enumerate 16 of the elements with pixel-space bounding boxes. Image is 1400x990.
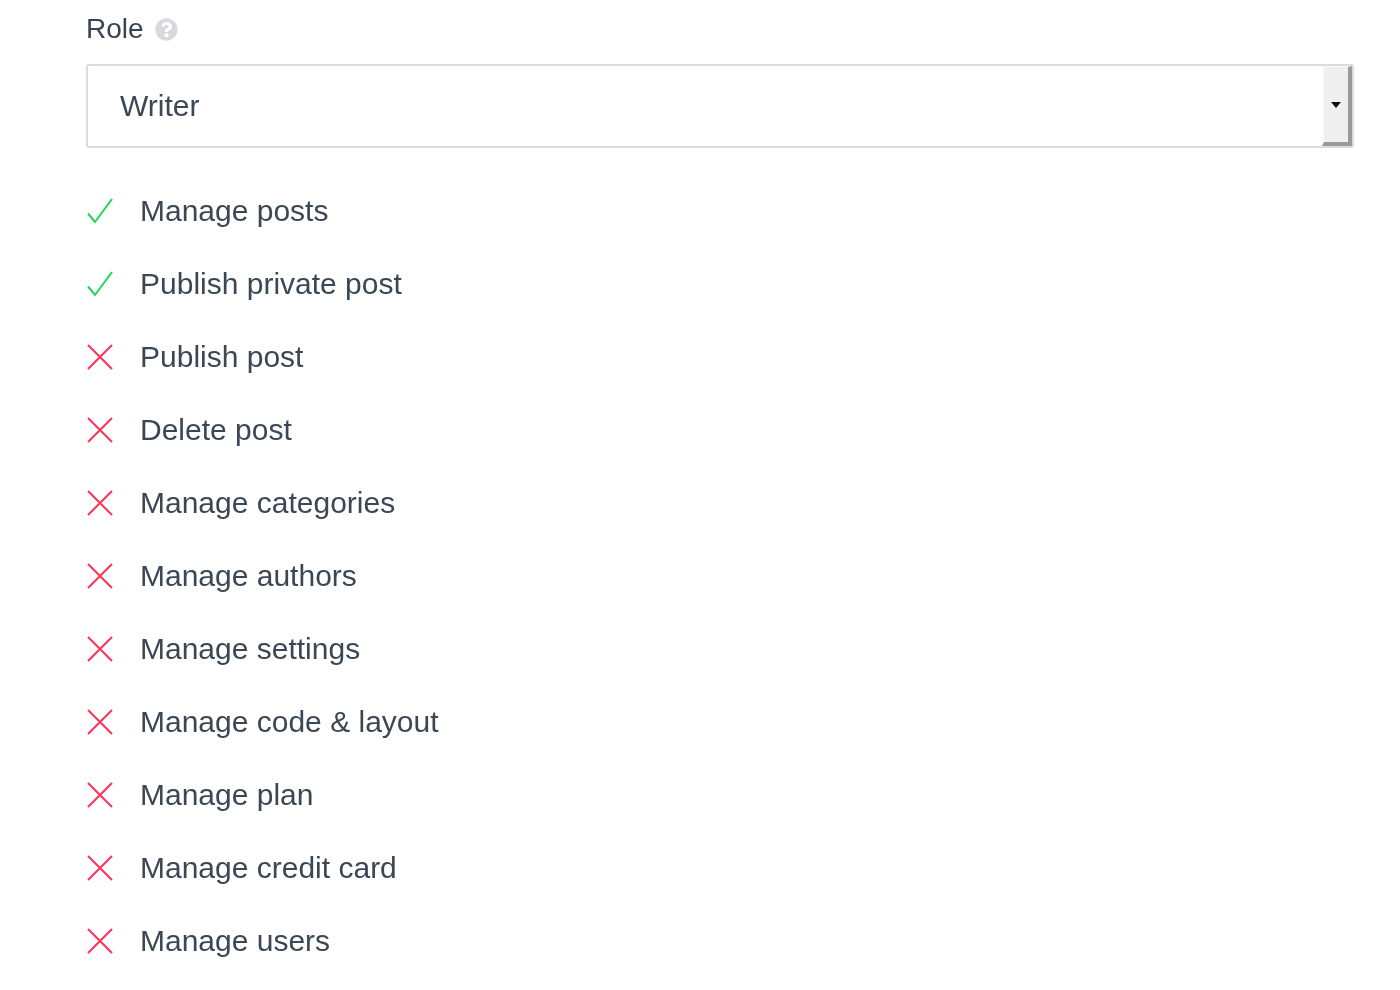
permission-label: Manage authors (140, 557, 357, 594)
permission-label: Manage categories (140, 484, 396, 521)
dropdown-button[interactable] (1322, 66, 1352, 146)
permission-label: Manage settings (140, 630, 361, 667)
help-icon[interactable] (154, 17, 178, 41)
permission-label: Manage plan (140, 776, 314, 813)
role-select[interactable]: Writer (86, 64, 1354, 148)
caret-icon (1331, 101, 1341, 108)
permission-label: Manage users (140, 922, 331, 959)
permission-label: Delete post (140, 411, 292, 448)
permission-label: Manage code & layout (140, 703, 439, 740)
role-label: Role (86, 12, 144, 46)
permission-label: Manage posts (140, 192, 329, 229)
permission-label: Publish private post (140, 265, 402, 302)
permission-label: Publish post (140, 338, 304, 375)
permission-label: Manage credit card (140, 849, 397, 886)
